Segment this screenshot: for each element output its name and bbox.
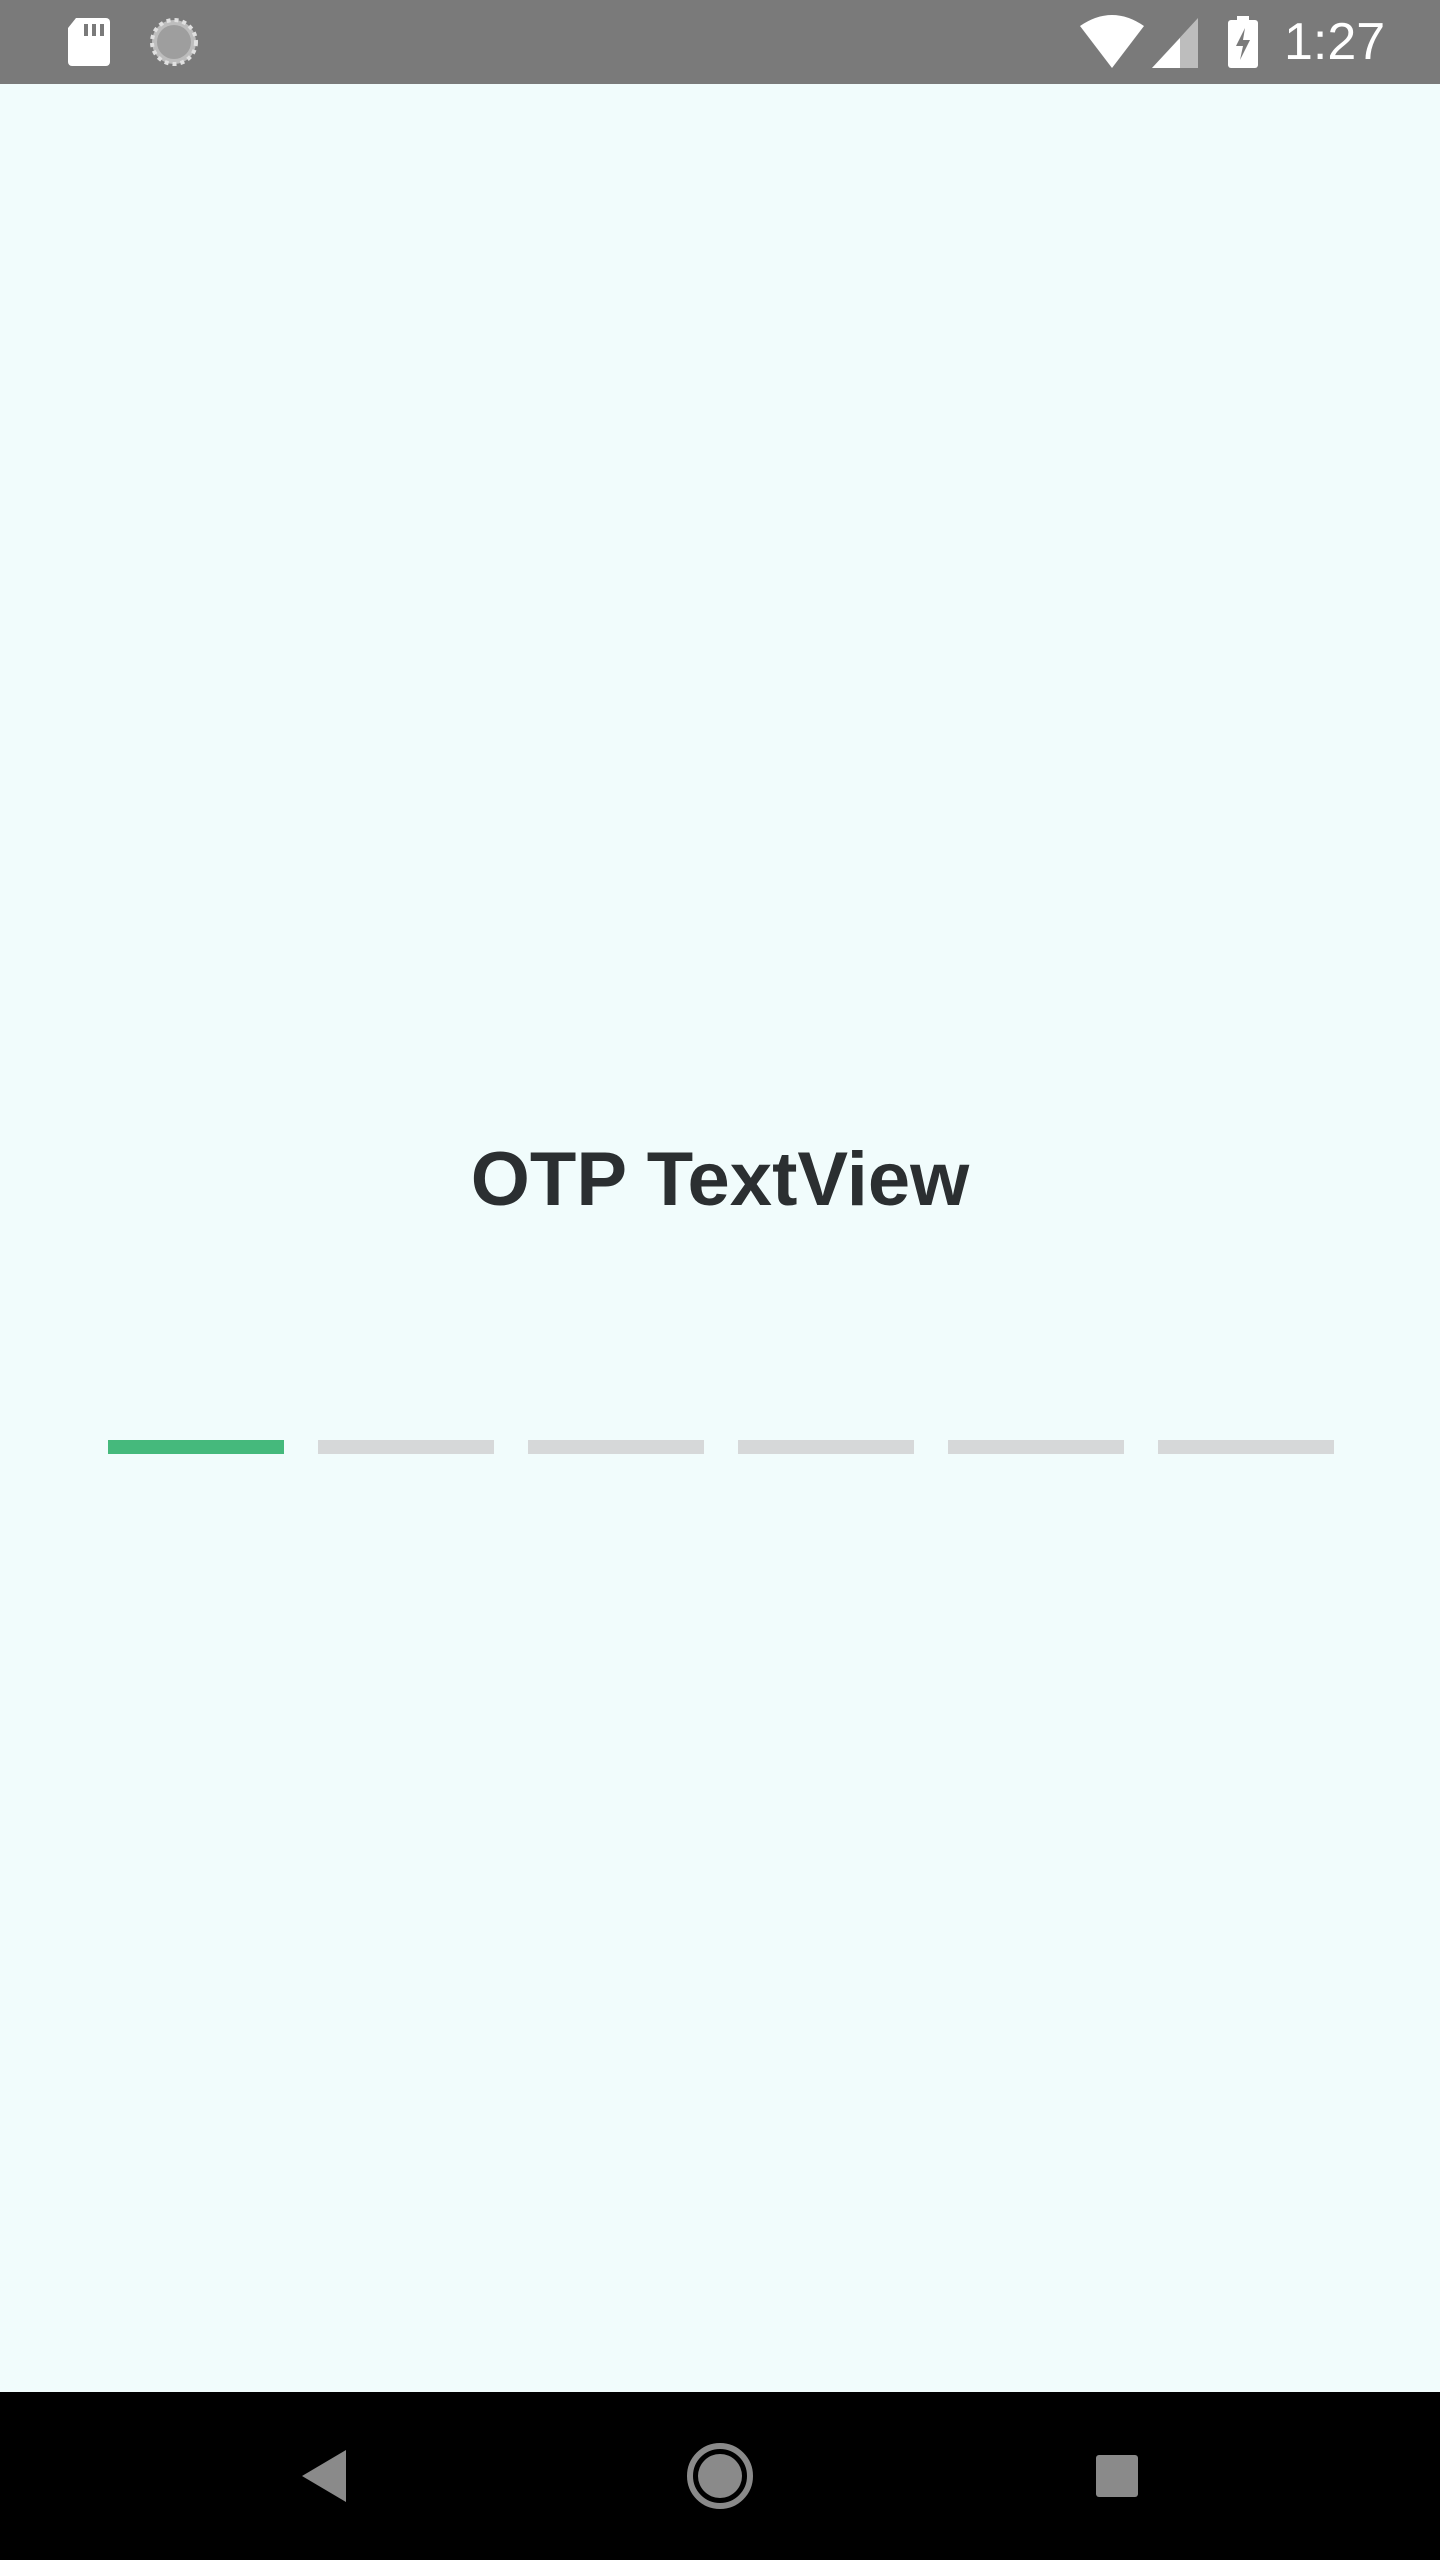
otp-digit-field[interactable] — [1158, 1374, 1334, 1454]
otp-underline — [318, 1440, 494, 1454]
otp-digit-value — [528, 1374, 704, 1434]
otp-digit-value — [108, 1374, 284, 1434]
back-icon[interactable] — [290, 2436, 354, 2516]
otp-underline — [948, 1440, 1124, 1454]
status-bar: 1:27 — [0, 0, 1440, 84]
otp-digit-field[interactable] — [738, 1374, 914, 1454]
otp-digit-value — [948, 1374, 1124, 1434]
otp-underline-active — [108, 1440, 284, 1454]
otp-input-row[interactable] — [108, 1374, 1334, 1454]
otp-underline — [738, 1440, 914, 1454]
otp-digit-field[interactable] — [318, 1374, 494, 1454]
otp-underline — [1158, 1440, 1334, 1454]
page-title: OTP TextView — [470, 1137, 970, 1222]
sync-icon — [150, 18, 198, 66]
otp-digit-field[interactable] — [948, 1374, 1124, 1454]
home-icon[interactable] — [680, 2432, 760, 2520]
status-clock: 1:27 — [1284, 13, 1386, 71]
navigation-bar — [0, 2392, 1440, 2560]
otp-underline — [528, 1440, 704, 1454]
battery-charging-icon — [1228, 16, 1258, 68]
otp-digit-field[interactable] — [528, 1374, 704, 1454]
main-content: OTP TextView — [0, 84, 1440, 2392]
otp-digit-value — [738, 1374, 914, 1434]
sd-card-icon — [68, 18, 110, 66]
otp-digit-value — [1158, 1374, 1334, 1434]
otp-digit-value — [318, 1374, 494, 1434]
recents-icon[interactable] — [1086, 2436, 1150, 2516]
wifi-icon — [1080, 15, 1144, 68]
otp-digit-field[interactable] — [108, 1374, 284, 1454]
cell-signal-icon — [1152, 18, 1198, 68]
